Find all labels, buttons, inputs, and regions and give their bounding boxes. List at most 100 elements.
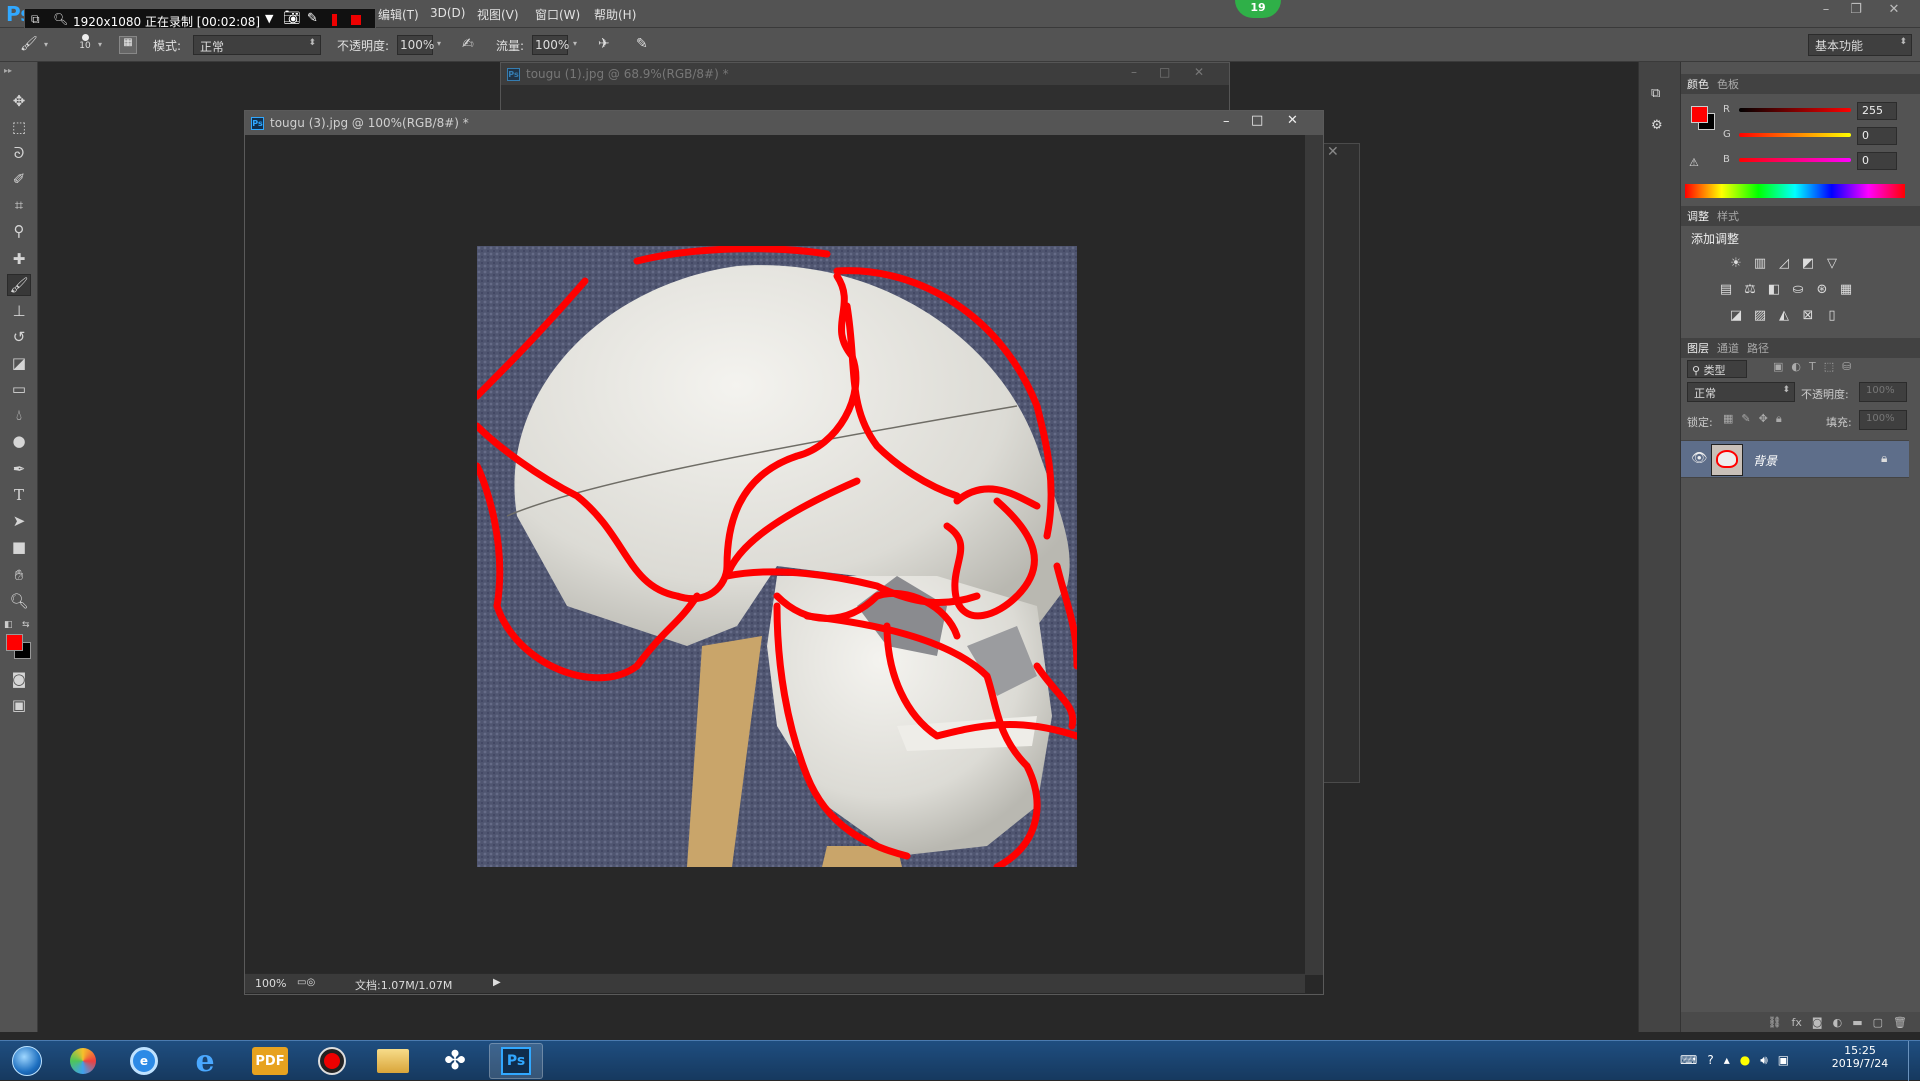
camera-icon[interactable]: 📷︎ [283,10,301,26]
threshold-icon[interactable]: ◭ [1775,306,1793,324]
g-value[interactable]: 0 [1857,127,1897,145]
pen-tool-icon[interactable]: ✒ [7,458,31,480]
tab-swatches[interactable]: 色板 [1717,76,1739,92]
blur-tool-icon[interactable]: 💧︎ [7,404,31,426]
brush-size-arrow-icon[interactable]: ▾ [98,40,102,49]
document-window-side[interactable]: ✕ [1320,143,1360,783]
pressure-opacity-icon[interactable]: ✍︎ [462,36,480,54]
exposure-icon[interactable]: ◩ [1799,254,1817,272]
taskbar-app-explorer[interactable] [366,1043,420,1079]
rectangle-tool-icon[interactable]: ■ [7,536,31,558]
network-icon[interactable]: ▣ [1778,1053,1789,1068]
brush-preset-icon[interactable]: 🖌︎ [20,36,38,54]
gradient-map-icon[interactable]: ▯ [1823,306,1841,324]
menu-3d[interactable]: 3D(D) [430,6,465,20]
adjustment-filter-icon[interactable]: ◐ [1791,360,1801,373]
black-white-icon[interactable]: ◧ [1765,280,1783,298]
lock-all-icon[interactable]: 🔒︎ [1776,412,1782,426]
channel-mixer-icon[interactable]: ⊛ [1813,280,1831,298]
tray-expand-icon[interactable]: ▴ [1724,1053,1730,1068]
lock-pixels-icon[interactable]: ✎ [1741,412,1750,426]
layer-row[interactable]: 👁︎ 背景 🔒︎ [1681,440,1909,478]
lock-position-icon[interactable]: ✥ [1759,412,1768,426]
selective-color-icon[interactable]: ⊠ [1799,306,1817,324]
photo-filter-icon[interactable]: ⛀ [1789,280,1807,298]
posterize-icon[interactable]: ▨ [1751,306,1769,324]
close-doc-icon[interactable]: ✕ [1287,113,1298,128]
flow-arrow-icon[interactable]: ▾ [573,39,577,48]
dodge-tool-icon[interactable]: ● [7,430,31,452]
tab-channels[interactable]: 通道 [1717,340,1739,356]
fill-input[interactable]: 100% [1859,410,1907,430]
b-slider[interactable] [1739,158,1851,162]
notification-badge[interactable]: 19 [1235,0,1281,18]
brightness-icon[interactable]: ☀ [1727,254,1745,272]
pen-icon[interactable]: ✎ [307,11,318,26]
link-layers-icon[interactable]: ⛓ [1768,1016,1782,1029]
lasso-tool-icon[interactable]: ᘐ [7,142,31,164]
keyboard-icon[interactable]: ⌨ [1680,1053,1697,1068]
type-filter-icon[interactable]: T [1809,360,1816,373]
close-doc-icon[interactable]: ✕ [1327,144,1339,160]
brush-panel-toggle-icon[interactable]: ▦ [119,36,137,54]
crop-tool-icon[interactable]: ⌗ [7,194,31,216]
taskbar-app-ie[interactable]: e [178,1043,232,1079]
move-tool-icon[interactable]: ✥ [7,90,31,112]
lock-transparency-icon[interactable]: ▦ [1723,412,1733,426]
quick-mask-icon[interactable]: ◙ [7,668,31,690]
brush-size-picker[interactable]: 10 [74,34,96,58]
document-window-back[interactable]: Ps tougu (1).jpg @ 68.9%(RGB/8#) * – □ ✕ [500,62,1230,112]
vibrance-icon[interactable]: ▽ [1823,254,1841,272]
layer-name[interactable]: 背景 [1753,452,1777,469]
g-slider[interactable] [1739,133,1851,137]
pixel-filter-icon[interactable]: ▣ [1773,360,1783,373]
pause-icon[interactable] [329,14,337,26]
hue-saturation-icon[interactable]: ▤ [1717,280,1735,298]
menu-view[interactable]: 视图(V) [477,6,519,23]
color-lookup-icon[interactable]: ▦ [1837,280,1855,298]
foreground-color-swatch[interactable] [1691,106,1708,123]
close-doc-icon[interactable]: ✕ [1194,65,1204,79]
document-titlebar-back[interactable]: Ps tougu (1).jpg @ 68.9%(RGB/8#) * [501,63,1229,85]
history-brush-tool-icon[interactable]: ↺ [7,326,31,348]
clock[interactable]: 15:25 2019/7/24 [1822,1044,1898,1070]
quick-select-tool-icon[interactable]: ✐ [7,168,31,190]
maximize-doc-icon[interactable]: □ [1159,65,1170,79]
document-window-front[interactable]: Ps tougu (3).jpg @ 100%(RGB/8#) * – □ ✕ [244,110,1324,995]
document-titlebar-front[interactable]: Ps tougu (3).jpg @ 100%(RGB/8#) * [245,111,1323,135]
maximize-doc-icon[interactable]: □ [1251,113,1263,128]
workspace-select[interactable]: 基本功能 ⬍ [1808,34,1912,56]
close-app-button[interactable]: ✕ [1880,2,1908,22]
invert-icon[interactable]: ◪ [1727,306,1745,324]
delete-layer-icon[interactable]: 🗑︎ [1893,1016,1907,1029]
tab-layers[interactable]: 图层 [1687,340,1709,356]
visibility-eye-icon[interactable]: 👁︎ [1691,451,1708,466]
collapse-toolbar-icon[interactable]: ▸▸ [4,66,12,75]
recorder-dropdown-icon[interactable]: ▼ [265,12,273,25]
marquee-tool-icon[interactable]: ⬚ [7,116,31,138]
new-adjustment-icon[interactable]: ◐ [1833,1016,1843,1029]
recorder-window-icon[interactable]: ⧉ [31,12,40,27]
path-select-tool-icon[interactable]: ➤ [7,510,31,532]
taskbar-app-photoshop[interactable]: Ps [489,1043,543,1079]
smart-object-filter-icon[interactable]: ⛁ [1842,360,1851,373]
layer-opacity-input[interactable]: 100% [1859,382,1907,402]
foreground-color-swatch[interactable] [6,634,23,651]
proof-icon[interactable]: ▭◎ [297,977,315,988]
eyedropper-tool-icon[interactable]: ⚲ [7,220,31,242]
start-button[interactable] [6,1043,48,1079]
brush-tool-icon[interactable]: 🖌︎ [7,274,31,296]
question-icon[interactable]: ? [1707,1053,1713,1068]
color-spectrum-bar[interactable] [1685,184,1905,198]
swap-colors-icon[interactable]: ⇆ [22,620,30,630]
type-tool-icon[interactable]: T [7,484,31,506]
taskbar-app-pdf[interactable]: PDF [243,1043,297,1079]
r-slider[interactable] [1739,108,1851,112]
minimize-doc-icon[interactable]: – [1223,114,1230,129]
taskbar-app-zbrush[interactable]: ✤ [428,1043,482,1079]
taskbar-app-colorful[interactable] [56,1043,110,1079]
new-group-icon[interactable]: ▬ [1852,1016,1862,1029]
layer-style-icon[interactable]: fx [1792,1016,1802,1029]
opacity-input[interactable]: 100% [397,35,434,55]
r-value[interactable]: 255 [1857,102,1897,120]
